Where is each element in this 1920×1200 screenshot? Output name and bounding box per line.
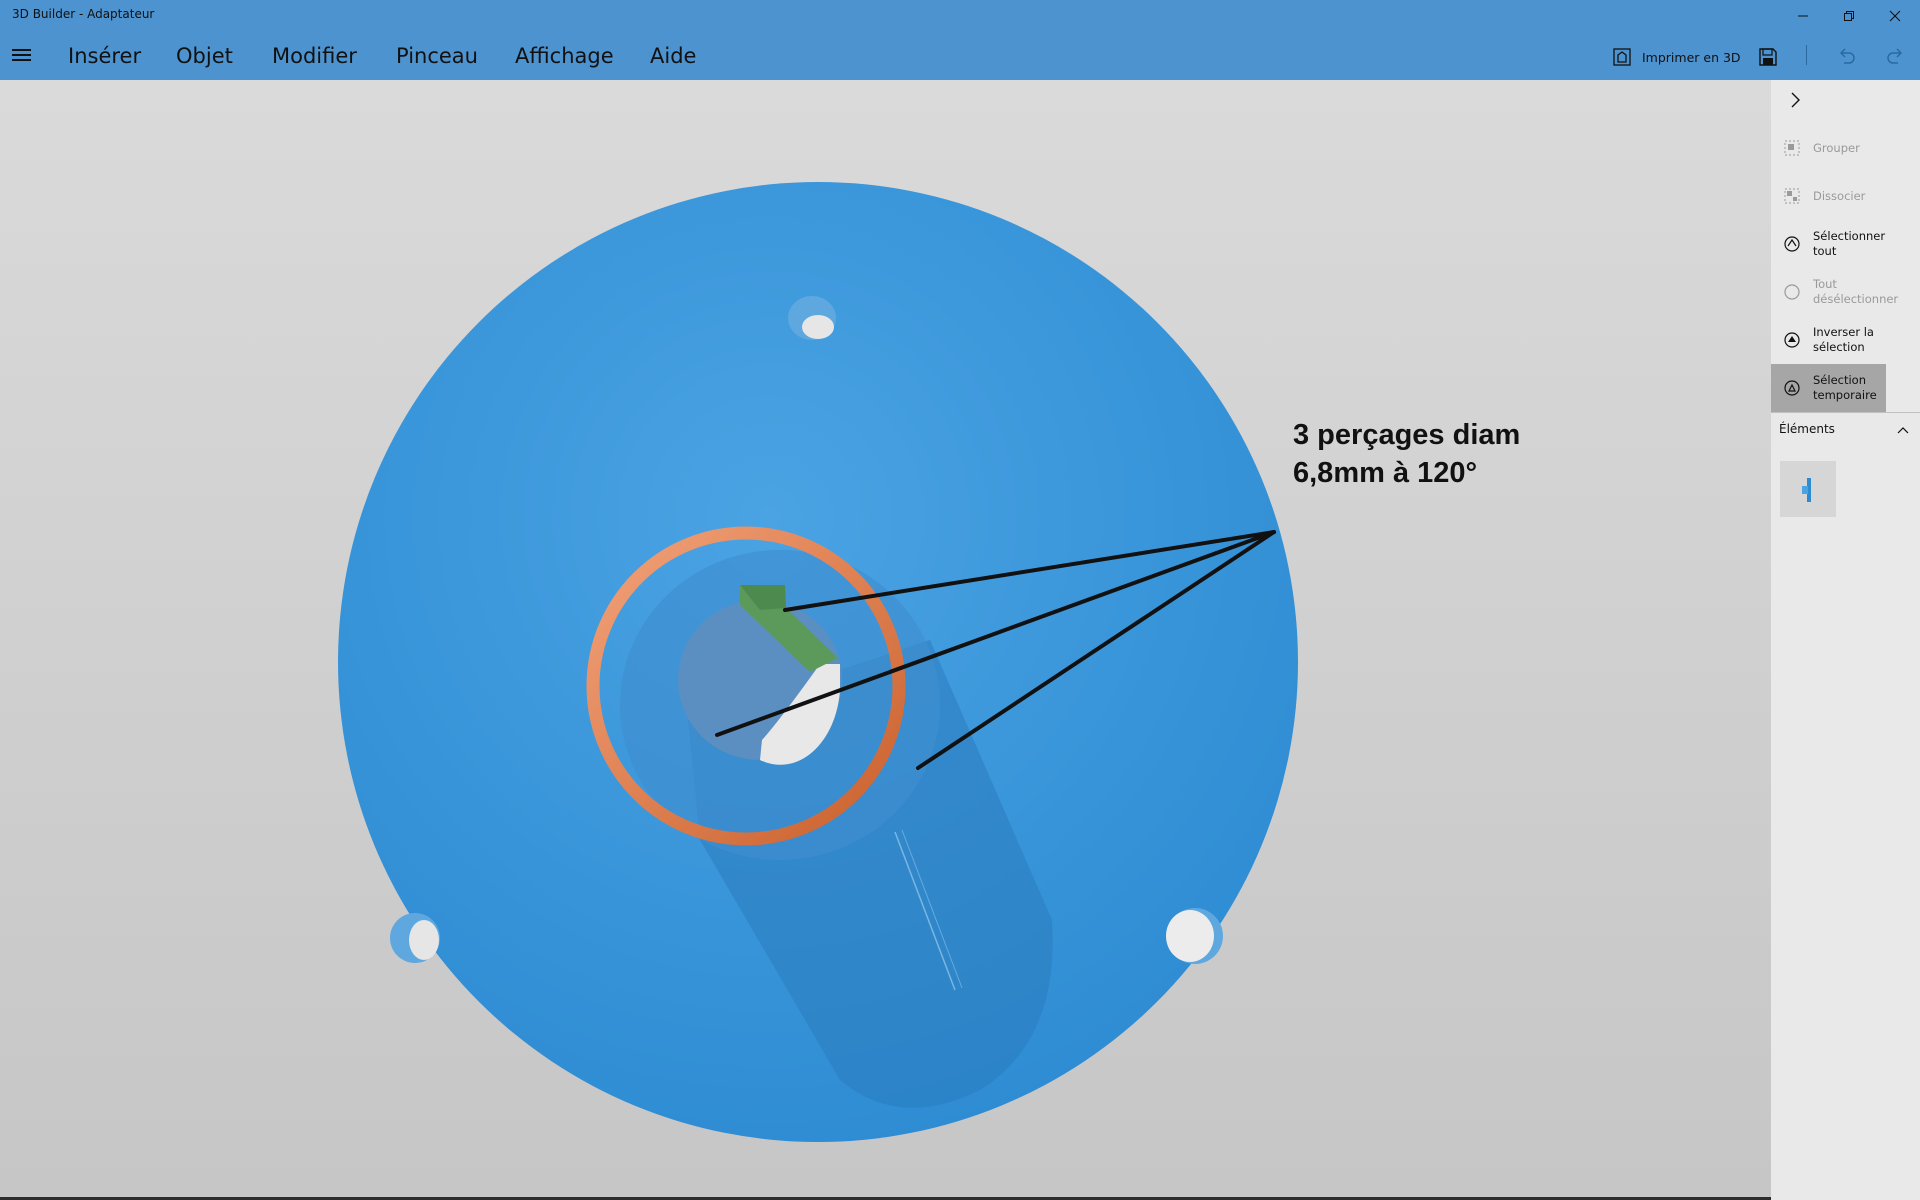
element-thumbnail[interactable] (1780, 461, 1836, 517)
deselect-all-button[interactable]: Tout désélectionner (1771, 268, 1898, 316)
menu-objet[interactable]: Objet (176, 44, 233, 68)
select-all-label: Sélectionner tout (1813, 229, 1886, 258)
mounting-hole-top (788, 296, 836, 340)
annotation-callout: 3 perçages diam 6,8mm à 120° (1293, 416, 1520, 492)
save-icon[interactable] (1757, 46, 1779, 68)
temporary-selection-button[interactable]: Sélection temporaire (1771, 364, 1886, 412)
menu-aide[interactable]: Aide (650, 44, 696, 68)
elements-title: Éléments (1779, 422, 1835, 436)
deselect-all-label: Tout désélectionner (1813, 277, 1899, 306)
app-header: 3D Builder - Adaptateur Insérer Objet Mo… (0, 0, 1920, 80)
mounting-hole-left (390, 913, 440, 963)
ungroup-label: Dissocier (1813, 188, 1866, 203)
invert-selection-button[interactable]: Inverser la sélection (1771, 316, 1886, 364)
3d-model-scene[interactable] (0, 80, 1771, 1197)
3d-viewport[interactable]: 3 perçages diam 6,8mm à 120° (0, 80, 1771, 1197)
temporary-selection-label: Sélection temporaire (1813, 373, 1877, 402)
ungroup-icon (1784, 188, 1800, 204)
annotation-line-1: 3 perçages diam (1293, 419, 1521, 451)
restore-icon[interactable] (1826, 0, 1872, 32)
print-3d-label: Imprimer en 3D (1642, 49, 1741, 65)
selection-panel: Grouper Dissocier Sélectionner tout Tout… (1771, 80, 1920, 1200)
toolbar-separator (1806, 45, 1807, 65)
redo-icon[interactable] (1884, 46, 1906, 68)
select-all-button[interactable]: Sélectionner tout (1771, 220, 1886, 268)
window-title: 3D Builder - Adaptateur (12, 7, 155, 21)
hamburger-menu-icon[interactable] (12, 49, 31, 63)
panel-divider (1771, 412, 1920, 413)
annotation-line-2: 6,8mm à 120° (1293, 457, 1478, 489)
print-3d-button[interactable]: Imprimer en 3D (1612, 46, 1741, 68)
invert-selection-icon (1784, 332, 1800, 348)
group-icon (1784, 140, 1800, 156)
deselect-icon (1784, 284, 1800, 300)
undo-icon[interactable] (1836, 46, 1858, 68)
select-all-icon (1784, 236, 1800, 252)
group-label: Grouper (1813, 140, 1860, 155)
group-button[interactable]: Grouper (1771, 124, 1886, 172)
menu-affichage[interactable]: Affichage (515, 44, 614, 68)
chevron-up-icon[interactable] (1895, 422, 1913, 438)
menu-pinceau[interactable]: Pinceau (396, 44, 478, 68)
chevron-right-icon[interactable] (1785, 90, 1805, 110)
minimize-icon[interactable] (1780, 0, 1826, 32)
temporary-selection-icon (1784, 380, 1800, 396)
ungroup-button[interactable]: Dissocier (1771, 172, 1886, 220)
print-3d-icon (1613, 48, 1631, 66)
mounting-hole-right (1166, 908, 1223, 964)
menu-modifier[interactable]: Modifier (272, 44, 357, 68)
close-icon[interactable] (1872, 0, 1918, 32)
invert-selection-label: Inverser la sélection (1813, 325, 1874, 354)
menu-inserer[interactable]: Insérer (68, 44, 141, 68)
